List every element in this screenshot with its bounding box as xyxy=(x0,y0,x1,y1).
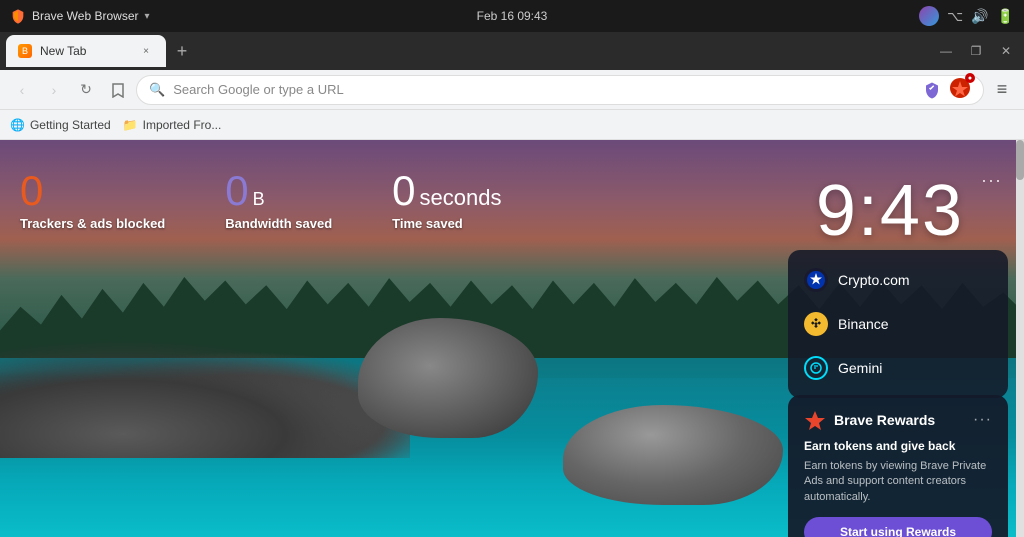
crypto-item-binance[interactable]: Binance xyxy=(788,302,1008,346)
maximize-button[interactable]: ❐ xyxy=(964,39,988,63)
battery-icon: 🔋 xyxy=(997,8,1014,25)
brave-shield-addr-icon xyxy=(923,81,941,99)
cryptocom-label: Crypto.com xyxy=(838,272,910,288)
stat-bandwidth-unit: B xyxy=(253,189,265,210)
clock-display: 9:43 xyxy=(816,170,964,252)
new-tab-button[interactable]: + xyxy=(168,37,196,65)
brave-app-title: Brave Web Browser xyxy=(32,9,138,23)
rocks-overlay xyxy=(0,339,410,458)
brave-rewards-panel-icon xyxy=(804,409,826,431)
rewards-description: Earn tokens by viewing Brave Private Ads… xyxy=(804,459,992,505)
bookmark-icon xyxy=(111,82,125,98)
back-button[interactable]: ‹ xyxy=(8,76,36,104)
bookmark-imported[interactable]: 📁 Imported Fro... xyxy=(123,118,222,132)
scrollbar-thumb[interactable] xyxy=(1016,140,1024,180)
crypto-widget: Crypto.com Binance Gemini xyxy=(788,250,1008,398)
bookmark-getting-started-label: Getting Started xyxy=(30,118,111,132)
title-bar-right: ⌥ 🔊 🔋 xyxy=(919,6,1014,26)
tab-label: New Tab xyxy=(40,44,86,58)
stat-bandwidth-number: 0 xyxy=(225,170,248,212)
title-bar-datetime: Feb 16 09:43 xyxy=(477,9,548,23)
binance-label: Binance xyxy=(838,316,889,332)
profile-icon[interactable] xyxy=(919,6,939,26)
title-bar: Brave Web Browser ▾ Feb 16 09:43 ⌥ 🔊 🔋 xyxy=(0,0,1024,32)
clock-more-button[interactable]: ··· xyxy=(981,170,1002,191)
crypto-item-cryptocom[interactable]: Crypto.com xyxy=(788,258,1008,302)
stat-trackers-number: 0 xyxy=(20,170,165,212)
stat-trackers-label: Trackers & ads blocked xyxy=(20,216,165,231)
title-dropdown-arrow[interactable]: ▾ xyxy=(144,11,149,22)
stat-bandwidth-row: 0 B xyxy=(225,170,332,212)
tab-close-button[interactable]: × xyxy=(138,43,154,59)
rewards-header: Brave Rewards ··· xyxy=(804,409,992,431)
rock-center xyxy=(358,318,538,438)
rewards-title-label: Brave Rewards xyxy=(834,412,935,428)
gemini-icon xyxy=(804,356,828,380)
address-bar[interactable]: 🔍 Search Google or type a URL ● xyxy=(136,75,984,105)
reload-button[interactable]: ↻ xyxy=(72,76,100,104)
rewards-panel: Brave Rewards ··· Earn tokens and give b… xyxy=(788,395,1008,537)
stat-time-row: 0 seconds xyxy=(392,170,501,212)
binance-icon xyxy=(804,312,828,336)
stat-bandwidth-label: Bandwidth saved xyxy=(225,216,332,231)
close-button[interactable]: ✕ xyxy=(994,39,1018,63)
search-icon: 🔍 xyxy=(149,82,165,98)
cryptocom-icon xyxy=(804,268,828,292)
minimize-button[interactable]: — xyxy=(934,39,958,63)
rewards-button[interactable]: ● xyxy=(949,77,971,102)
rewards-more-button[interactable]: ··· xyxy=(973,411,992,429)
bookmark-button[interactable] xyxy=(104,76,132,104)
brave-shield-icon xyxy=(10,8,26,24)
gemini-label: Gemini xyxy=(838,360,882,376)
bookmark-imported-label: Imported Fro... xyxy=(143,118,222,132)
crypto-item-gemini[interactable]: Gemini xyxy=(788,346,1008,390)
address-placeholder: Search Google or type a URL xyxy=(173,82,915,97)
stat-time-unit: seconds xyxy=(420,185,502,211)
scrollbar[interactable] xyxy=(1016,140,1024,537)
start-rewards-button[interactable]: Start using Rewards xyxy=(804,517,992,537)
imported-folder-icon: 📁 xyxy=(123,118,138,132)
window-controls: — ❐ ✕ xyxy=(934,39,1018,63)
stat-time-number: 0 xyxy=(392,170,415,212)
volume-icon: 🔊 xyxy=(971,8,988,25)
crypto-list: Crypto.com Binance Gemini xyxy=(788,250,1008,398)
bookmark-getting-started[interactable]: 🌐 Getting Started xyxy=(10,118,111,132)
bookmarks-bar: 🌐 Getting Started 📁 Imported Fro... xyxy=(0,110,1024,140)
rewards-subtitle: Earn tokens and give back xyxy=(804,439,992,453)
tab-bar: B New Tab × + — ❐ ✕ xyxy=(0,32,1024,70)
rewards-badge: ● xyxy=(965,73,975,83)
network-icon: ⌥ xyxy=(947,8,963,25)
tab-favicon: B xyxy=(18,44,32,58)
nav-bar: ‹ › ↻ 🔍 Search Google or type a URL ● ≡ xyxy=(0,70,1024,110)
rewards-title-row: Brave Rewards xyxy=(804,409,935,431)
main-content: 0 Trackers & ads blocked 0 B Bandwidth s… xyxy=(0,140,1024,537)
stats-overlay: 0 Trackers & ads blocked 0 B Bandwidth s… xyxy=(20,170,501,231)
shield-button[interactable] xyxy=(923,81,941,99)
rock-right xyxy=(563,405,783,505)
tab-new-tab[interactable]: B New Tab × xyxy=(6,35,166,67)
stat-time: 0 seconds Time saved xyxy=(392,170,501,231)
stat-time-label: Time saved xyxy=(392,216,501,231)
forward-button[interactable]: › xyxy=(40,76,68,104)
getting-started-icon: 🌐 xyxy=(10,118,25,132)
title-bar-left: Brave Web Browser ▾ xyxy=(10,8,919,24)
menu-button[interactable]: ≡ xyxy=(988,76,1016,104)
stat-bandwidth: 0 B Bandwidth saved xyxy=(225,170,332,231)
stat-trackers: 0 Trackers & ads blocked xyxy=(20,170,165,231)
